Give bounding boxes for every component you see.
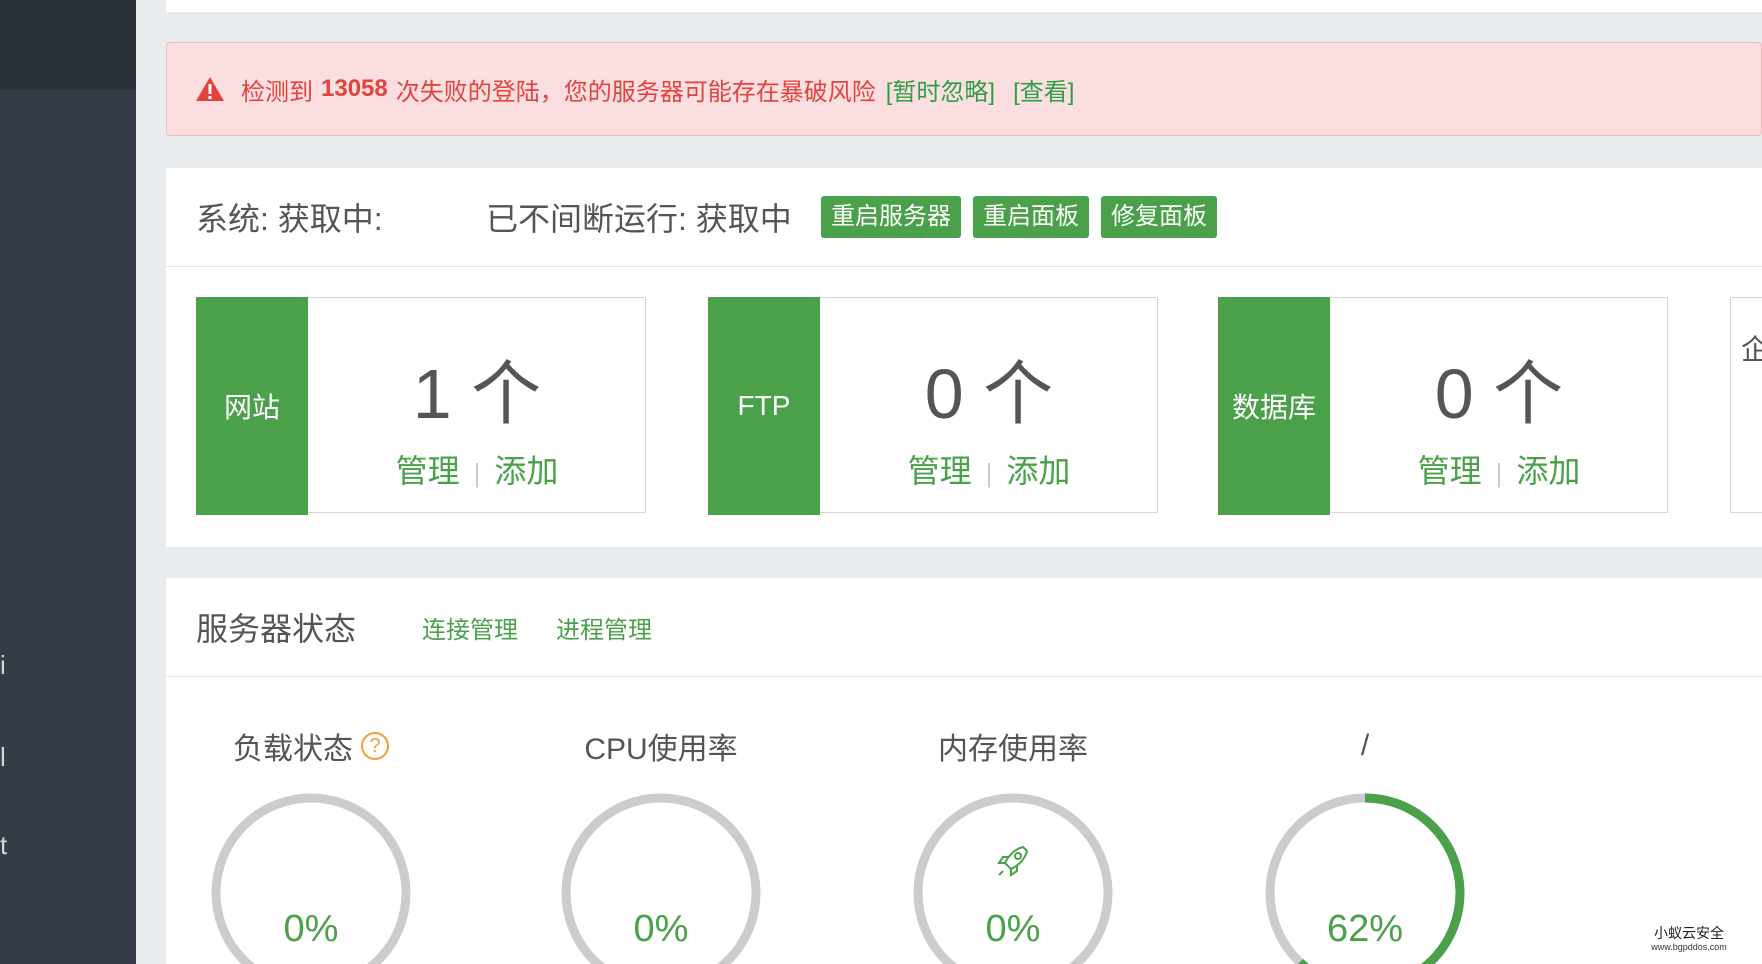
separator: |: [985, 458, 993, 488]
card-label: 数据库: [1218, 297, 1330, 515]
process-management-link[interactable]: 进程管理: [556, 610, 652, 645]
question-icon[interactable]: ?: [361, 732, 389, 760]
restart-panel-button[interactable]: 重启面板: [973, 196, 1089, 238]
load-gauge[interactable]: 负载状态 ? 0%: [206, 726, 416, 964]
repair-panel-button[interactable]: 修复面板: [1101, 196, 1217, 238]
alert-message: 次失败的登陆，您的服务器可能存在暴破风险: [395, 78, 876, 106]
restart-server-button[interactable]: 重启服务器: [821, 196, 961, 238]
manage-link[interactable]: 管理: [1418, 453, 1482, 489]
stats-panel: 网站 1 个 管理 | 添加 FTP 0 个 管理 | 添加 数据库 0 个 管理 | 添加…: [166, 267, 1762, 547]
separator: |: [1495, 458, 1503, 488]
partial-card: 企: [1730, 297, 1762, 513]
system-info-bar: 系统: 获取中: 已不间断运行: 获取中 重启服务器 重启面板 修复面板: [166, 168, 1762, 267]
gauge-value: 0%: [283, 908, 339, 950]
card-label: 网站: [196, 297, 308, 515]
connection-management-link[interactable]: 连接管理: [422, 610, 518, 645]
uptime-text: 已不间断运行: 获取中: [486, 201, 792, 237]
manage-link[interactable]: 管理: [908, 453, 972, 489]
server-status-header: 服务器状态 连接管理 进程管理: [166, 578, 1762, 677]
ftp-card: FTP 0 个 管理 | 添加: [708, 297, 1158, 515]
gauge-label: 负载状态: [233, 733, 353, 766]
rocket-icon[interactable]: [993, 841, 1033, 881]
partial-card-label: 企: [1741, 334, 1762, 365]
gauge-value: 0%: [985, 908, 1041, 950]
sidebar-item-fragment[interactable]: t: [0, 830, 10, 858]
server-status-panel: 服务器状态 连接管理 进程管理 负载状态 ? 0% CPU使用率 0% 内存使用…: [166, 578, 1762, 964]
sidebar-logo-area: [0, 0, 136, 90]
watermark-name: 小蚁云安全: [1654, 925, 1724, 941]
gauge-value: 0%: [633, 908, 689, 950]
manage-link[interactable]: 管理: [396, 453, 460, 489]
cpu-gauge[interactable]: CPU使用率 0%: [556, 726, 766, 964]
website-card: 网站 1 个 管理 | 添加: [196, 297, 646, 515]
watermark-url: www.bgpddos.com: [1651, 942, 1727, 952]
card-actions: 管理 | 添加: [309, 446, 645, 492]
gauge-label: /: [1360, 729, 1370, 762]
memory-gauge[interactable]: 内存使用率 0%: [908, 726, 1118, 964]
card-actions: 管理 | 添加: [821, 446, 1157, 492]
gauge-label: CPU使用率: [584, 733, 738, 766]
add-link[interactable]: 添加: [1006, 453, 1070, 489]
alert-prefix: 检测到: [241, 78, 313, 106]
warning-icon: [196, 77, 224, 101]
disk-gauge[interactable]: / 62%: [1260, 726, 1470, 964]
card-label: FTP: [708, 297, 820, 515]
sidebar-item-fragment[interactable]: l: [0, 742, 10, 770]
ignore-link[interactable]: [暂时忽略]: [886, 72, 995, 107]
sidebar-item-fragment[interactable]: i: [0, 650, 10, 678]
card-actions: 管理 | 添加: [1331, 446, 1667, 492]
card-count: 0 个: [924, 355, 1054, 433]
brute-force-alert: 检测到 13058 次失败的登陆，您的服务器可能存在暴破风险 [暂时忽略] [查…: [166, 42, 1762, 136]
top-bar: [166, 0, 1762, 12]
gauge-value: 62%: [1326, 908, 1404, 950]
sidebar: i l t: [0, 0, 136, 964]
watermark: 小蚁云安全 www.bgpddos.com: [1634, 926, 1744, 954]
server-status-title: 服务器状态: [196, 611, 357, 647]
failed-login-count: 13058: [321, 75, 388, 102]
database-card: 数据库 0 个 管理 | 添加: [1218, 297, 1668, 515]
separator: |: [473, 458, 481, 488]
view-link[interactable]: [查看]: [1013, 72, 1074, 107]
system-text: 系统: 获取中:: [196, 201, 383, 237]
card-count: 1 个: [412, 355, 542, 433]
add-link[interactable]: 添加: [1516, 453, 1580, 489]
gauge-label: 内存使用率: [938, 733, 1088, 766]
add-link[interactable]: 添加: [494, 453, 558, 489]
card-count: 0 个: [1434, 355, 1564, 433]
